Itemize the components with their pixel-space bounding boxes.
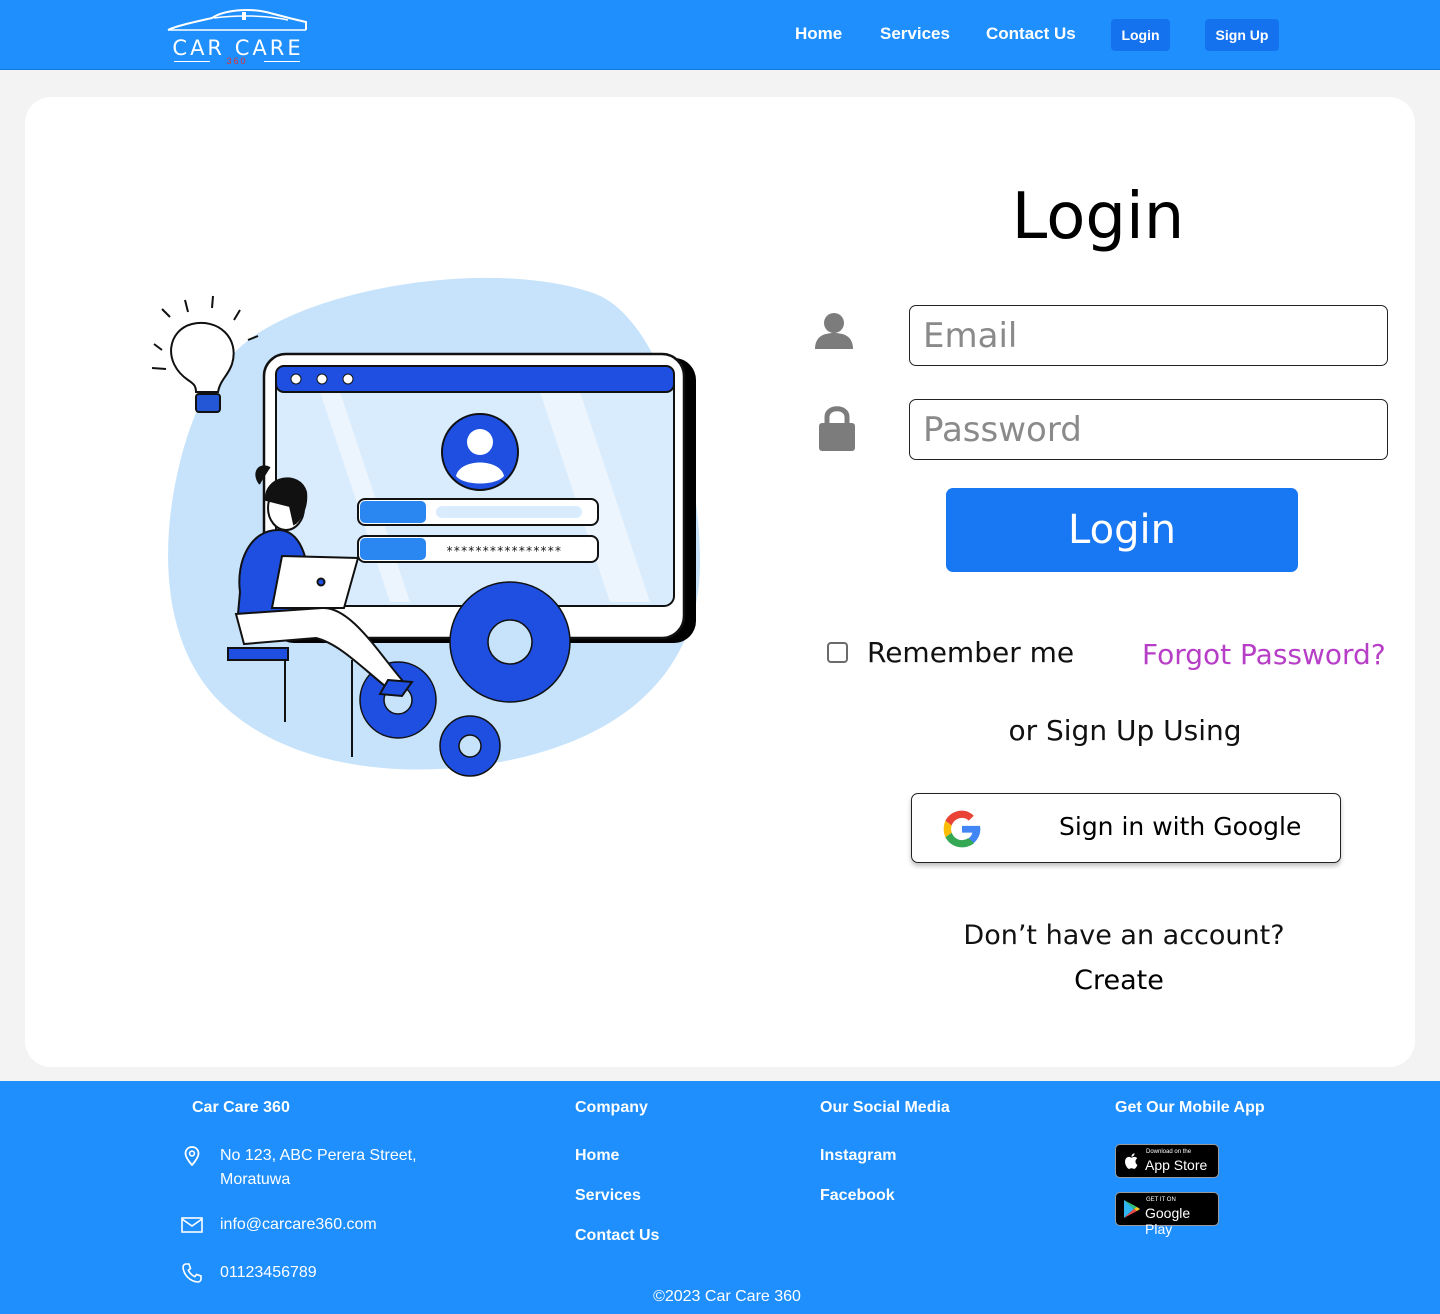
google-g-icon [943,810,981,848]
footer-email[interactable]: info@carcare360.com [220,1213,377,1237]
password-field[interactable] [909,399,1388,460]
footer-phone[interactable]: 01123456789 [220,1261,317,1285]
footer-link-contact-us[interactable]: Contact Us [575,1227,659,1245]
logo-subtext: 360 [172,56,302,66]
google-play-big-text: Google Play [1145,1205,1191,1237]
password-mask-text: **************** [446,544,562,558]
google-play-small-text: GET IT ON [1146,1197,1176,1203]
google-signin-button[interactable]: Sign in with Google [911,793,1341,863]
user-icon [815,313,853,349]
footer-address-line1: No 123, ABC Perera Street, [220,1147,417,1164]
remember-me-checkbox[interactable] [827,642,848,663]
apple-icon [1125,1153,1138,1169]
footer-link-services[interactable]: Services [575,1187,641,1205]
header-login-button[interactable]: Login [1111,19,1170,51]
footer-company-heading: Company [575,1099,648,1116]
footer-link-facebook[interactable]: Facebook [820,1187,895,1205]
create-account-link[interactable]: Create [1019,965,1219,996]
car-care-logo[interactable]: CAR CARE 360 [156,6,318,66]
nav-contact-us[interactable]: Contact Us [986,24,1076,44]
google-play-icon [1124,1200,1140,1218]
google-signin-label: Sign in with Google [1059,812,1302,841]
app-store-big-text: App Store [1145,1157,1208,1173]
footer-link-instagram[interactable]: Instagram [820,1147,896,1165]
footer-link-home[interactable]: Home [575,1147,619,1165]
footer-social-heading: Our Social Media [820,1099,950,1116]
nav-services[interactable]: Services [880,24,950,44]
forgot-password-link[interactable]: Forgot Password? [1142,638,1386,671]
mail-icon [181,1217,203,1233]
login-submit-button[interactable]: Login [946,488,1298,572]
location-pin-icon [184,1146,200,1166]
footer-brand-heading: Car Care 360 [192,1099,290,1116]
login-title: Login [1011,180,1185,254]
car-logo-icon [167,9,307,31]
nav-home[interactable]: Home [795,24,842,44]
footer: Car Care 360 No 123, ABC Perera Street, … [0,1081,1440,1314]
app-store-small-text: Download on the [1146,1149,1192,1155]
email-field[interactable] [909,305,1388,366]
header-signup-button[interactable]: Sign Up [1205,19,1279,51]
or-sign-up-text: or Sign Up Using [1008,714,1242,747]
footer-app-heading: Get Our Mobile App [1115,1099,1265,1116]
phone-icon [182,1263,202,1283]
login-illustration: **************** [140,262,720,792]
no-account-text: Don’t have an account? [963,920,1285,951]
footer-address-line2: Moratuwa [220,1171,291,1188]
google-play-badge[interactable]: GET IT ON Google Play [1115,1192,1219,1237]
remember-me-label: Remember me [867,636,1075,669]
top-navbar: CAR CARE 360 Home Services Contact Us Lo… [0,0,1440,70]
app-store-badge[interactable]: Download on the App Store [1115,1144,1219,1178]
lock-icon [819,406,855,451]
copyright: ©2023 Car Care 360 [653,1288,801,1305]
